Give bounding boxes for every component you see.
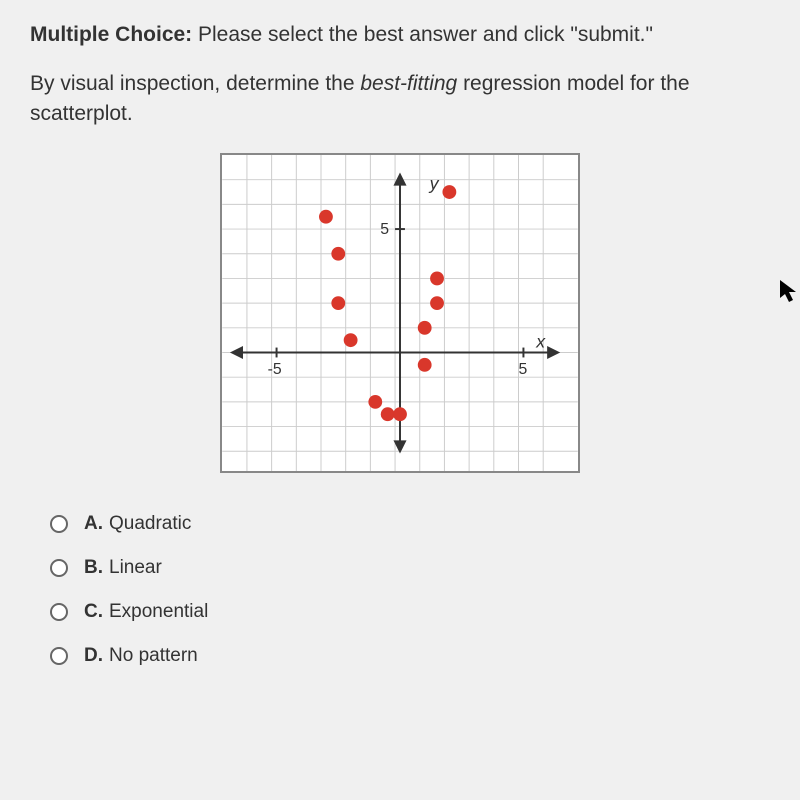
option-label: No pattern xyxy=(109,645,198,667)
data-point xyxy=(418,358,432,372)
data-point xyxy=(442,185,456,199)
option-letter: C. xyxy=(84,601,103,623)
radio-button[interactable] xyxy=(50,603,68,621)
data-point xyxy=(331,247,345,261)
instruction-prefix: Multiple Choice: xyxy=(30,23,192,46)
option-row[interactable]: B. Linear xyxy=(50,557,770,579)
data-point xyxy=(393,407,407,421)
data-point xyxy=(331,296,345,310)
option-letter: D. xyxy=(84,645,103,667)
xtick-5: 5 xyxy=(519,361,528,378)
x-axis-label: x xyxy=(535,332,546,352)
ytick-5: 5 xyxy=(380,221,389,238)
data-point xyxy=(368,395,382,409)
question-text: By visual inspection, determine the best… xyxy=(30,69,770,128)
radio-button[interactable] xyxy=(50,559,68,577)
radio-button[interactable] xyxy=(50,647,68,665)
y-axis-label: y xyxy=(429,174,440,194)
chart-container: y x -5 5 5 xyxy=(30,153,770,473)
instruction-text: Please select the best answer and click … xyxy=(192,23,653,46)
cursor-icon xyxy=(778,278,800,311)
option-row[interactable]: C. Exponential xyxy=(50,601,770,623)
radio-button[interactable] xyxy=(50,515,68,533)
option-letter: A. xyxy=(84,513,103,535)
option-row[interactable]: D. No pattern xyxy=(50,645,770,667)
data-point xyxy=(319,210,333,224)
option-label: Exponential xyxy=(109,601,208,623)
options-list: A. Quadratic B. Linear C. Exponential D. No pat… xyxy=(50,513,770,667)
data-point xyxy=(381,407,395,421)
option-label: Linear xyxy=(109,557,162,579)
chart-svg: y x -5 5 5 xyxy=(222,155,578,471)
data-point xyxy=(430,272,444,286)
xtick-neg5: -5 xyxy=(268,361,282,378)
question-part1: By visual inspection, determine the xyxy=(30,72,360,95)
data-point xyxy=(418,321,432,335)
data-point xyxy=(344,333,358,347)
data-point xyxy=(430,296,444,310)
scatterplot-chart: y x -5 5 5 xyxy=(220,153,580,473)
question-emphasis: best-fitting xyxy=(360,72,463,95)
instruction-line: Multiple Choice: Please select the best … xyxy=(30,20,770,49)
option-row[interactable]: A. Quadratic xyxy=(50,513,770,535)
option-letter: B. xyxy=(84,557,103,579)
option-label: Quadratic xyxy=(109,513,191,535)
